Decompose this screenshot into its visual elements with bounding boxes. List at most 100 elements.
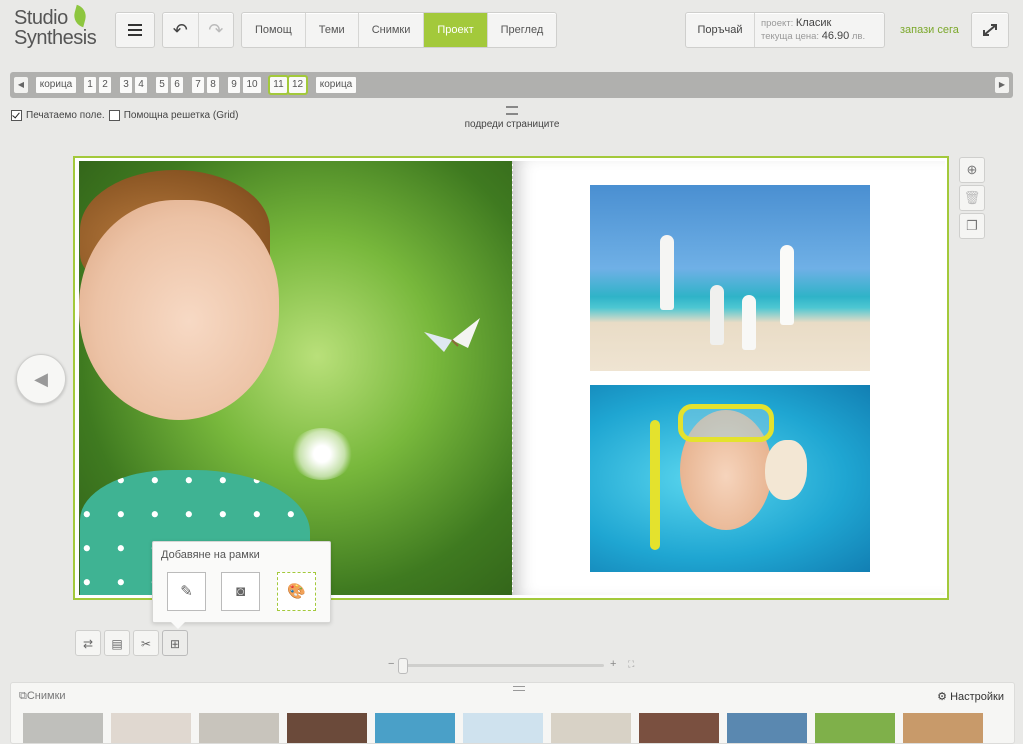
printable-field-label: Печатаемо поле. bbox=[26, 110, 105, 121]
photo-thumbnail[interactable] bbox=[199, 713, 279, 743]
save-now-link[interactable]: запази сега bbox=[900, 24, 959, 36]
settings-label: Настройки bbox=[950, 691, 1004, 703]
layout-icon: ▤ bbox=[111, 637, 123, 651]
arrow-left-icon: ◀ bbox=[34, 369, 48, 389]
photos-panel: ⧉Снимки ⚙ Настройки bbox=[10, 682, 1015, 744]
add-frame-button[interactable]: ⊞ bbox=[162, 630, 188, 656]
page-11[interactable]: 11 bbox=[268, 75, 289, 95]
photo-thumbnail[interactable] bbox=[463, 713, 543, 743]
photo-thumbnail[interactable] bbox=[639, 713, 719, 743]
swap-pages-button[interactable]: ⇄ bbox=[75, 630, 101, 656]
tools-button[interactable]: ✂ bbox=[133, 630, 159, 656]
app-logo: Studio Synthesis bbox=[14, 4, 109, 50]
project-name: Класик bbox=[795, 17, 832, 29]
zoom-slider[interactable] bbox=[402, 664, 604, 667]
tab-project[interactable]: Проект bbox=[424, 13, 488, 47]
order-group: Поръчай проект: Класик текуща цена: 46.9… bbox=[685, 12, 885, 48]
printable-field-checkbox[interactable] bbox=[11, 110, 22, 121]
fullscreen-button[interactable] bbox=[971, 12, 1009, 48]
layout-button[interactable]: ▤ bbox=[104, 630, 130, 656]
page-7[interactable]: 7 bbox=[192, 77, 204, 93]
redo-icon: ↷ bbox=[208, 19, 224, 40]
tab-help[interactable]: Помощ bbox=[242, 13, 306, 47]
page-8[interactable]: 8 bbox=[207, 77, 219, 93]
photo-thumbnail[interactable] bbox=[727, 713, 807, 743]
page-2[interactable]: 2 bbox=[99, 77, 111, 93]
photo-thumbnail[interactable] bbox=[111, 713, 191, 743]
gear-icon: ⚙ bbox=[937, 691, 947, 703]
clipart-frame-button[interactable]: 🎨 bbox=[277, 572, 316, 611]
page-6[interactable]: 6 bbox=[171, 77, 183, 93]
photo-frame-button[interactable]: ◙ bbox=[221, 572, 260, 611]
photo-thumbnail[interactable] bbox=[375, 713, 455, 743]
arrange-pages-label: подреди страниците bbox=[464, 119, 560, 130]
main-tabs: Помощ Теми Снимки Проект Преглед bbox=[241, 12, 558, 48]
page-3[interactable]: 3 bbox=[120, 77, 132, 93]
panel-grip-icon[interactable] bbox=[513, 686, 525, 691]
photo-thumbnail[interactable] bbox=[23, 713, 103, 743]
delete-page-button[interactable]: 🗑 bbox=[959, 185, 985, 211]
photo-figure-man bbox=[660, 235, 674, 310]
grid-checkbox[interactable] bbox=[108, 110, 120, 121]
photos-panel-title-text: Снимки bbox=[26, 690, 66, 702]
settings-button[interactable]: ⚙ Настройки bbox=[937, 690, 1004, 703]
page-10[interactable]: 10 bbox=[243, 77, 261, 93]
zoom-in-icon[interactable]: + bbox=[610, 658, 616, 670]
page-12[interactable]: 12 bbox=[287, 75, 308, 95]
expand-icon bbox=[983, 24, 997, 36]
photos-panel-title: ⧉Снимки bbox=[19, 690, 66, 703]
zoom-slider-handle[interactable] bbox=[398, 658, 408, 674]
tab-preview[interactable]: Преглед bbox=[488, 13, 557, 47]
photo-figure-boy bbox=[742, 295, 756, 350]
add-frames-popup: Добавяне на рамки ✎ ◙ 🎨 bbox=[152, 541, 331, 629]
page-5[interactable]: 5 bbox=[156, 77, 168, 93]
popup-title: Добавяне на рамки bbox=[161, 549, 260, 561]
grid-label: Помощна решетка (Grid) bbox=[123, 110, 239, 121]
palette-icon: 🎨 bbox=[287, 583, 306, 600]
hamburger-icon bbox=[128, 24, 142, 36]
tab-photos[interactable]: Снимки bbox=[359, 13, 425, 47]
strip-next-button[interactable]: ▶ bbox=[995, 77, 1009, 93]
photo-thumbnail[interactable] bbox=[551, 713, 631, 743]
page-cover-back[interactable]: корица bbox=[316, 77, 356, 93]
zoom-fit-icon[interactable]: ⛶ bbox=[628, 659, 634, 670]
photo-thumbnail[interactable] bbox=[903, 713, 983, 743]
view-options: Печатаемо поле. Помощна решетка (Grid) bbox=[11, 110, 238, 121]
logo-text-line2: Synthesis bbox=[14, 27, 97, 49]
photo-thumbnail[interactable] bbox=[815, 713, 895, 743]
previous-spread-button[interactable]: ◀ bbox=[16, 354, 66, 404]
tools-icon: ✂ bbox=[140, 637, 152, 651]
strip-prev-button[interactable]: ◀ bbox=[14, 77, 28, 93]
photo-snorkel bbox=[650, 420, 660, 550]
page-4[interactable]: 4 bbox=[135, 77, 147, 93]
duplicate-page-button[interactable]: ❐ bbox=[959, 213, 985, 239]
add-page-icon: ⊕ bbox=[966, 162, 978, 177]
arrow-left-icon: ◀ bbox=[17, 80, 25, 89]
photo-figure-woman bbox=[780, 245, 794, 325]
photo-butterfly bbox=[424, 318, 480, 352]
menu-button[interactable] bbox=[115, 12, 155, 48]
pages-strip: ◀ корица 1 2 3 4 5 6 7 8 9 10 11 12 кори… bbox=[10, 72, 1013, 98]
price-label: текуща цена: bbox=[761, 31, 820, 42]
tab-themes[interactable]: Теми bbox=[306, 13, 359, 47]
text-frame-button[interactable]: ✎ bbox=[167, 572, 206, 611]
right-page-photo-beach[interactable] bbox=[590, 185, 870, 371]
arrange-pages-control[interactable]: подреди страниците bbox=[440, 106, 584, 130]
photo-girl-face bbox=[79, 200, 279, 420]
undo-icon: ↶ bbox=[172, 19, 188, 40]
photo-thumbnail[interactable] bbox=[287, 713, 367, 743]
trash-icon: 🗑 bbox=[963, 190, 981, 205]
arrow-right-icon: ▶ bbox=[998, 80, 1006, 89]
page-cover-front[interactable]: корица bbox=[36, 77, 76, 93]
add-page-button[interactable]: ⊕ bbox=[959, 157, 985, 183]
page-1[interactable]: 1 bbox=[84, 77, 96, 93]
pencil-icon: ✎ bbox=[180, 583, 193, 600]
redo-button[interactable]: ↷ bbox=[197, 13, 234, 47]
undo-button[interactable]: ↶ bbox=[163, 13, 198, 47]
order-button[interactable]: Поръчай bbox=[686, 13, 755, 47]
page-9[interactable]: 9 bbox=[228, 77, 240, 93]
frame-icon: ⊞ bbox=[169, 637, 181, 651]
zoom-out-icon[interactable]: − bbox=[388, 658, 394, 670]
photo-snorkel-mask bbox=[678, 404, 774, 442]
project-label: проект: bbox=[761, 18, 794, 29]
